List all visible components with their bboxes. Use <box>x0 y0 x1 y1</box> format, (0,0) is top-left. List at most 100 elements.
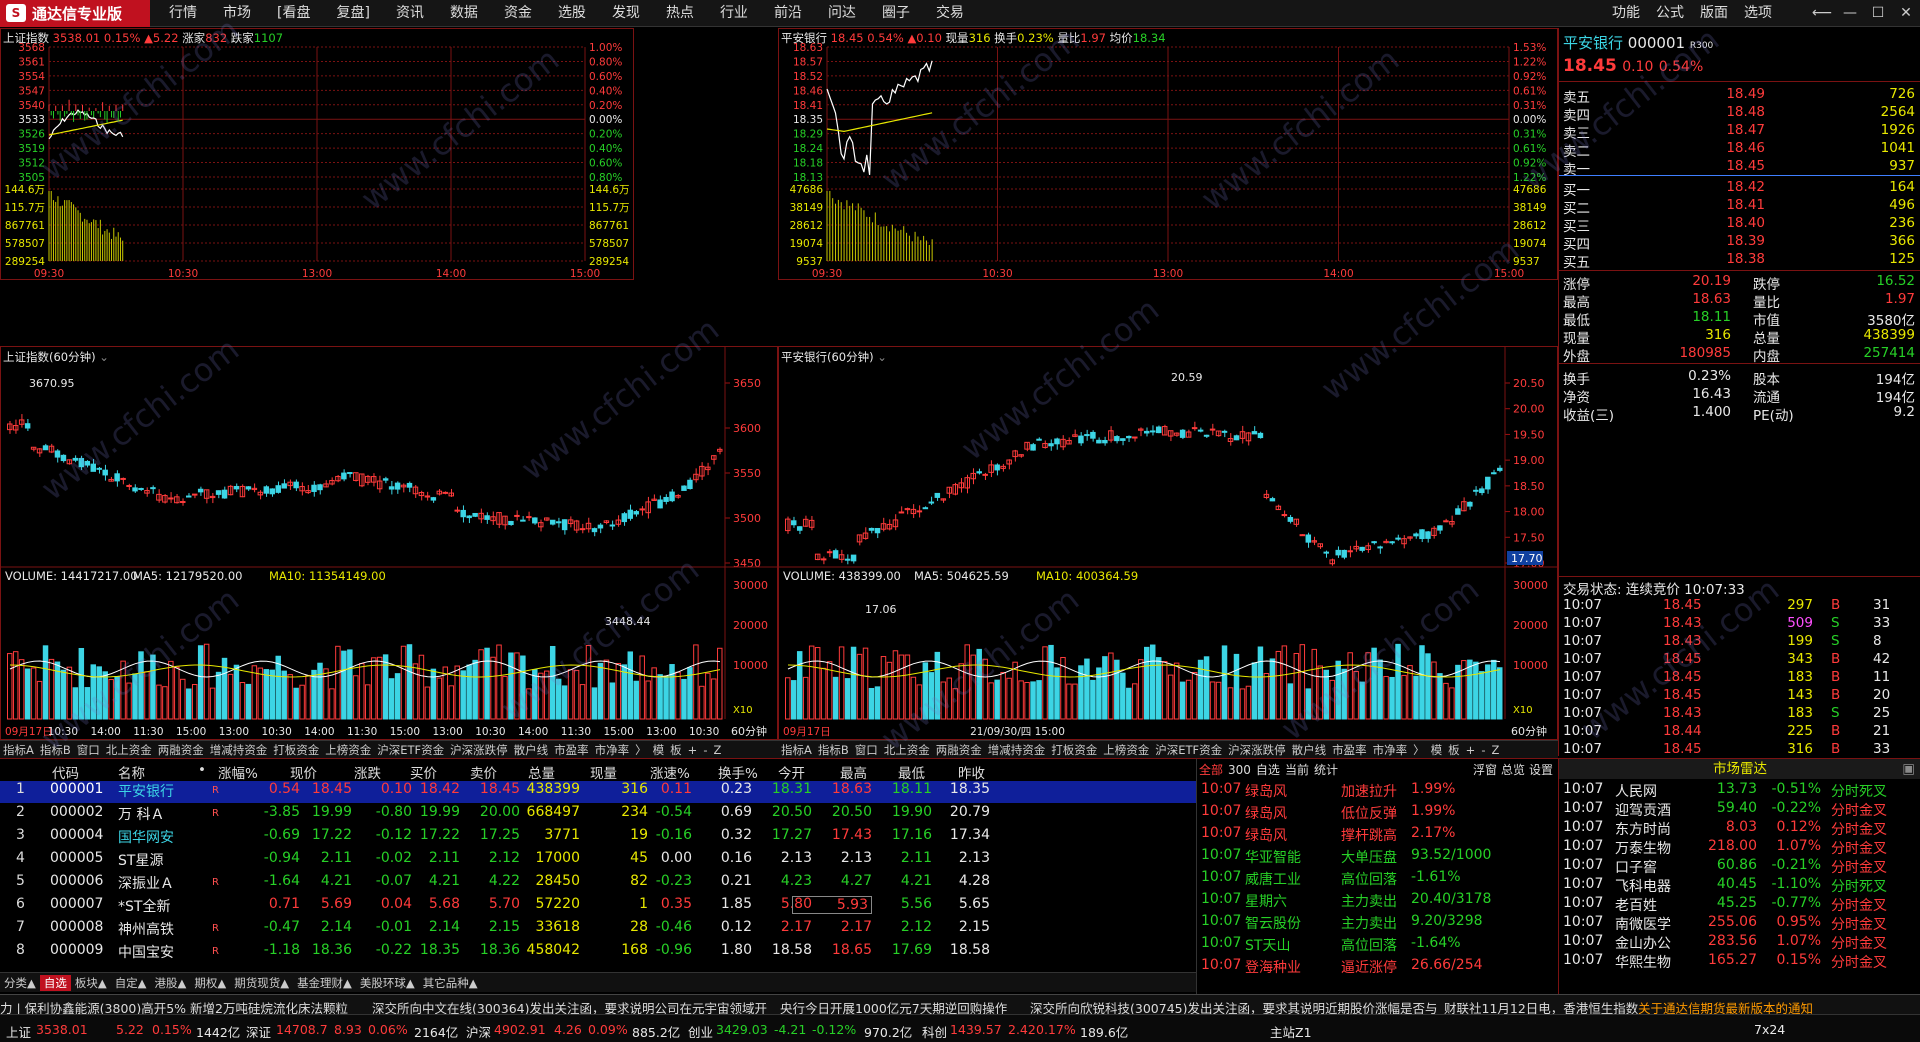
menu-item-8[interactable]: 发现 <box>599 0 653 27</box>
ask-level[interactable]: 卖三 18.47 1926 <box>1563 122 1915 142</box>
quote-row[interactable]: 3 000004 国华网安 -0.69 17.22 -0.12 17.22 17.25 3771… <box>0 827 1196 849</box>
menu-item-4[interactable]: 资讯 <box>383 0 437 27</box>
menu-item-5[interactable]: 数据 <box>437 0 491 27</box>
column-header[interactable]: 昨收 <box>958 762 985 782</box>
alert-row[interactable]: 10:07 威唐工业 高位回落 -1.61% <box>1201 869 1555 891</box>
quote-row[interactable]: 1 000001 平安银行 R 0.54 18.45 0.10 18.42 18.45 43839… <box>0 781 1196 803</box>
ticker-item[interactable]: 央行今日开展1000亿元7天期逆回购操作 <box>780 998 1007 1014</box>
alert-tab[interactable]: 全部 <box>1199 763 1223 777</box>
column-header[interactable]: 换手% <box>718 762 758 782</box>
indicator-tab[interactable]: 散户线 <box>511 742 552 758</box>
indicator-tab[interactable]: 沪深涨跌停 <box>447 742 511 758</box>
menu-item-2[interactable]: [看盘 <box>264 0 323 27</box>
indicator-tab[interactable]: 两融资金 <box>155 742 207 758</box>
menu-item-7[interactable]: 选股 <box>545 0 599 27</box>
ticker-item[interactable]: 深交所向欣锐科技(300745)发出关注函，要求其说明近期股价涨幅是否与 <box>1030 998 1437 1014</box>
quote-row[interactable]: 4 000005 ST星源 -0.94 2.11 -0.02 2.11 2.12 17000 45… <box>0 850 1196 872</box>
indicator-tab[interactable]: 市净率 <box>1370 742 1411 758</box>
quote-row[interactable]: 8 000009 中国宝安 R -1.18 18.36 -0.22 18.35 18.36 458… <box>0 942 1196 964</box>
indicator-tab[interactable]: 模 <box>650 742 668 758</box>
bid-level[interactable]: 买五 18.38 125 <box>1563 251 1915 271</box>
menu-item-13[interactable]: 圈子 <box>869 0 923 27</box>
alert-row[interactable]: 10:07 登海种业 逼近涨停 26.66/254 <box>1201 957 1555 979</box>
radar-row[interactable]: 10:07 老百姓 45.25 -0.77% 分时金叉 <box>1563 895 1917 914</box>
category-tab[interactable]: 港股▲ <box>151 975 191 991</box>
bid-level[interactable]: 买一 18.42 164 <box>1563 179 1915 199</box>
indicator-tab[interactable]: 北上资金 <box>103 742 155 758</box>
menu-item-3[interactable]: 复盘] <box>323 0 382 27</box>
column-header[interactable]: 最低 <box>898 762 925 782</box>
maximize-icon[interactable]: ☐ <box>1864 0 1892 27</box>
indicator-tab[interactable]: 窗口 <box>74 742 103 758</box>
ticker-item[interactable]: 力 | 保利协鑫能源(3800)高开5% 新增2万吨硅烷流化床法颗粒 <box>0 998 348 1014</box>
pa-kline-chart[interactable]: 20.5020.0019.5019.0018.5018.0017.5017.00… <box>778 346 1559 740</box>
ticker-item[interactable]: 财联社11月12日电，香港恒生指数 <box>1444 998 1638 1014</box>
alert-row[interactable]: 10:07 智云股份 主力卖出 9.20/3298 <box>1201 913 1555 935</box>
column-header[interactable]: 现量 <box>590 762 617 782</box>
back-icon[interactable]: ⟵ <box>1808 0 1836 27</box>
right-menu-item-2[interactable]: 版面 <box>1692 0 1736 27</box>
indicator-tab[interactable]: 市盈率 <box>551 742 592 758</box>
menu-item-9[interactable]: 热点 <box>653 0 707 27</box>
indicator-tab[interactable]: 北上资金 <box>881 742 933 758</box>
indicator-tab[interactable]: 上榜资金 <box>1100 742 1152 758</box>
alert-tab[interactable]: 自选 <box>1256 763 1280 777</box>
indicator-tab[interactable]: 两融资金 <box>933 742 985 758</box>
category-tab[interactable]: 其它品种▲ <box>419 975 482 991</box>
menu-item-0[interactable]: 行情 <box>156 0 210 27</box>
menu-item-12[interactable]: 问达 <box>815 0 869 27</box>
indicator-tab[interactable]: 沪深ETF资金 <box>1152 742 1225 758</box>
indicator-tab[interactable]: 增减持资金 <box>207 742 271 758</box>
indicator-tab[interactable]: 打板资金 <box>1048 742 1100 758</box>
indicator-tab[interactable]: 指标B <box>37 742 74 758</box>
right-menu-item-0[interactable]: 功能 <box>1604 0 1648 27</box>
ask-level[interactable]: 卖五 18.49 726 <box>1563 86 1915 106</box>
chevron-down-icon[interactable]: ⌄ <box>99 350 109 364</box>
right-menu-item-3[interactable]: 选项 <box>1736 0 1780 27</box>
period-label[interactable]: 60分钟 <box>1511 724 1547 738</box>
alert-action[interactable]: 总览 <box>1501 763 1525 777</box>
column-header[interactable]: 买价 <box>410 762 437 782</box>
category-tab[interactable]: 自选 <box>39 974 71 991</box>
sh-minute-chart[interactable]: 上证指数 3538.01 0.15% ▲5.22 涨家832 跌家1107 35… <box>0 28 634 280</box>
radar-row[interactable]: 10:07 万泰生物 218.00 1.07% 分时金叉 <box>1563 838 1917 857</box>
radar-row[interactable]: 10:07 南微医学 255.06 0.95% 分时金叉 <box>1563 914 1917 933</box>
alert-row[interactable]: 10:07 ST天山 高位回落 -1.64% <box>1201 935 1555 957</box>
indicator-tab[interactable]: 上榜资金 <box>322 742 374 758</box>
column-header[interactable]: • <box>198 762 206 778</box>
radar-row[interactable]: 10:07 金山办公 283.56 1.07% 分时金叉 <box>1563 933 1917 952</box>
indicator-tab[interactable]: 沪深ETF资金 <box>374 742 447 758</box>
indicator-tab[interactable]: 板 <box>667 742 685 758</box>
column-header[interactable]: 卖价 <box>470 762 497 782</box>
alert-row[interactable]: 10:07 绿岛风 加速拉升 1.99% <box>1201 781 1555 803</box>
indicator-tab[interactable]: 指标B <box>815 742 852 758</box>
indicator-tab[interactable]: 〉 <box>632 742 650 758</box>
status-mode[interactable]: 7x24 <box>1754 1022 1785 1037</box>
radar-row[interactable]: 10:07 迎驾贡酒 59.40 -0.22% 分时金叉 <box>1563 800 1917 819</box>
indicator-tab[interactable]: 市盈率 <box>1329 742 1370 758</box>
category-tab[interactable]: 自定▲ <box>111 975 151 991</box>
quote-row[interactable]: 6 000007 *ST全新 0.71 5.69 0.04 5.68 5.70 57220 1 0.… <box>0 896 1196 918</box>
category-tab[interactable]: 美股环球▲ <box>356 975 419 991</box>
ask-level[interactable]: 卖四 18.48 2564 <box>1563 104 1915 124</box>
indicator-tab[interactable]: + <box>685 743 701 757</box>
ticker-item[interactable]: 关于通达信期货最新版本的通知 <box>1638 998 1813 1014</box>
bid-level[interactable]: 买二 18.41 496 <box>1563 197 1915 217</box>
column-header[interactable]: 总量 <box>528 762 555 782</box>
indicator-tab[interactable]: 指标A <box>778 742 815 758</box>
quote-row[interactable]: 2 000002 万 科Ａ R -3.85 19.99 -0.80 19.99 20.00 668… <box>0 804 1196 826</box>
status-site[interactable]: 主站Z1 <box>1270 1022 1312 1041</box>
alert-action[interactable]: 设置 <box>1529 763 1553 777</box>
alert-tab[interactable]: 当前 <box>1285 763 1309 777</box>
indicator-tab[interactable]: 散户线 <box>1289 742 1330 758</box>
column-header[interactable]: 涨速% <box>650 762 690 782</box>
radar-row[interactable]: 10:07 口子窖 60.86 -0.21% 分时金叉 <box>1563 857 1917 876</box>
ask-level[interactable]: 卖一 18.45 937 <box>1563 158 1915 178</box>
indicator-tab[interactable]: 市净率 <box>592 742 633 758</box>
alert-action[interactable]: 浮窗 <box>1473 763 1497 777</box>
indicator-tab[interactable]: 〉 <box>1410 742 1428 758</box>
ticker-item[interactable]: 深交所向中文在线(300364)发出关注函，要求说明公司在元宇宙领域开 <box>372 998 767 1014</box>
radar-row[interactable]: 10:07 东方时尚 8.03 0.12% 分时金叉 <box>1563 819 1917 838</box>
column-header[interactable]: 现价 <box>290 762 317 782</box>
column-header[interactable]: 最高 <box>840 762 867 782</box>
